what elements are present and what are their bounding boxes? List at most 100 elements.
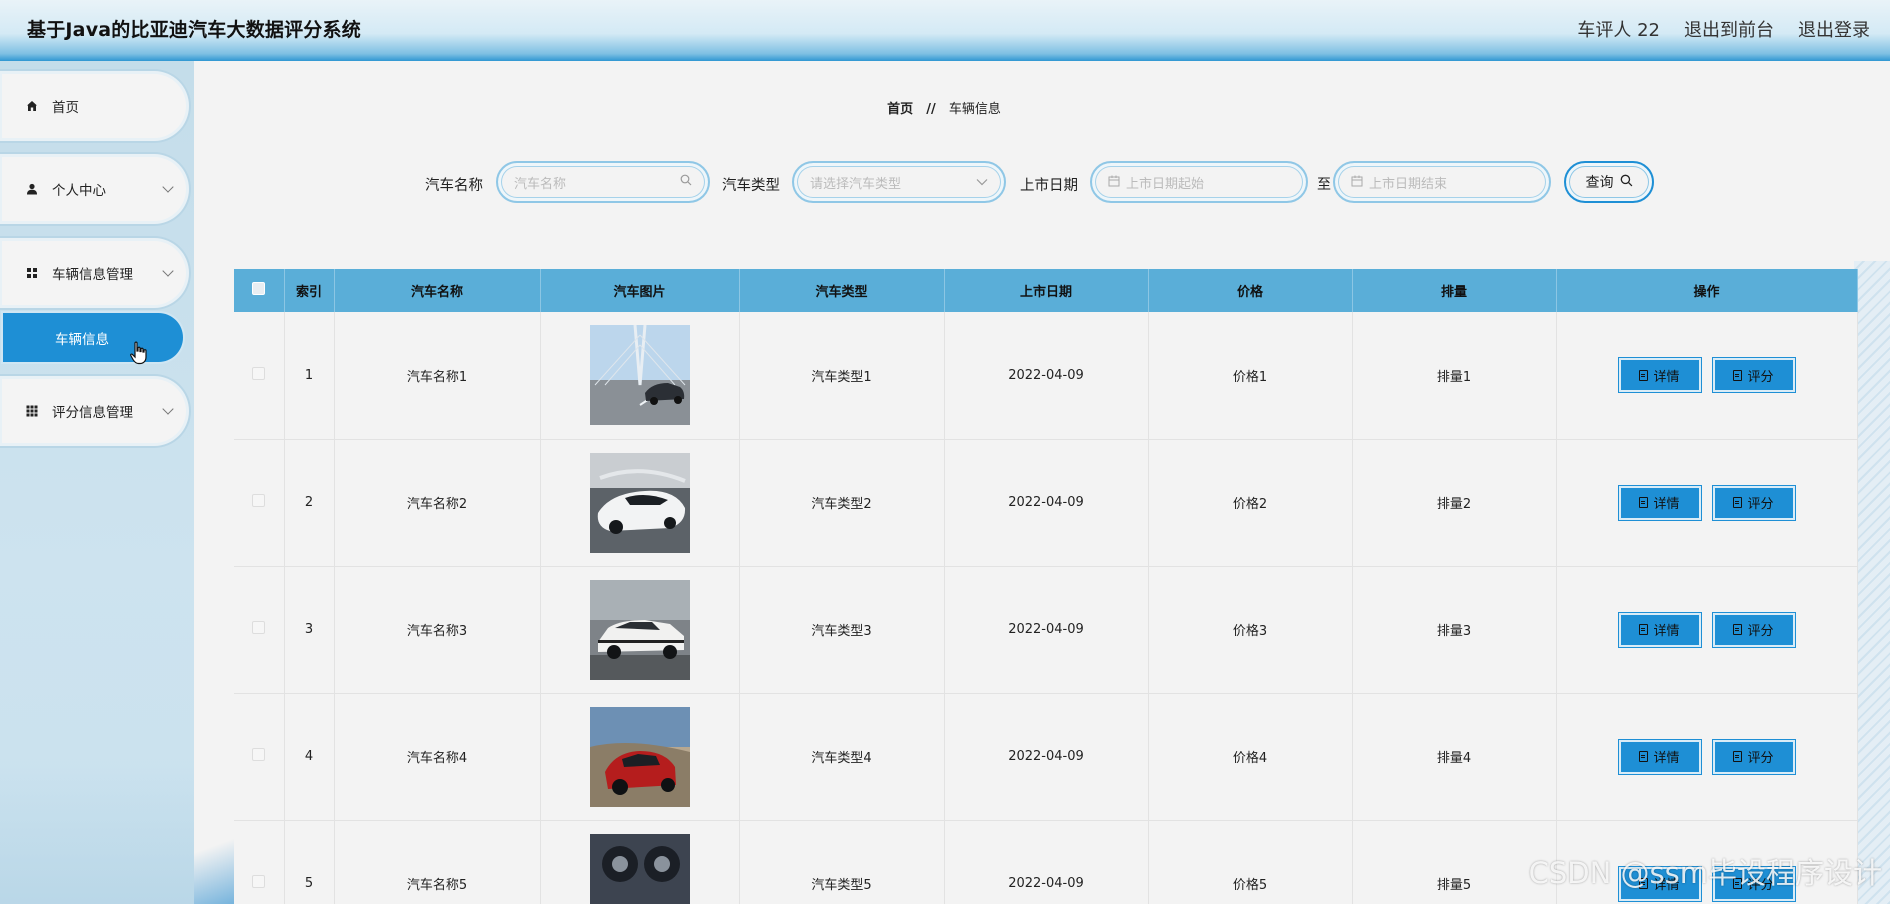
detail-button-label: 详情: [1653, 497, 1680, 512]
detail-button[interactable]: 详情: [1618, 358, 1701, 393]
car-name-input[interactable]: 汽车名称: [496, 161, 710, 203]
date-start-placeholder: 上市日期起始: [1126, 176, 1205, 192]
sidebar-item-personal-center[interactable]: 个人中心: [2, 157, 186, 221]
car-image[interactable]: [589, 833, 690, 904]
rate-button-label: 评分: [1747, 624, 1774, 639]
sidebar-item-home[interactable]: 首页: [2, 74, 186, 138]
release-date-end-input[interactable]: 上市日期结束: [1333, 161, 1551, 203]
calendar-icon: [1351, 175, 1363, 190]
user-icon: [26, 183, 44, 195]
row-checkbox[interactable]: [252, 875, 266, 888]
chevron-down-icon: [976, 175, 988, 190]
car-type-select[interactable]: 请选择汽车类型: [792, 161, 1006, 203]
car-image-cell: [540, 439, 740, 567]
top-header: 基于Java的比亚迪汽车大数据评分系统 车评人 22 退出到前台 退出登录: [0, 0, 1890, 61]
calendar-icon: [1108, 175, 1120, 190]
breadcrumb-home[interactable]: 首页: [887, 102, 913, 117]
column-header: 汽车类型: [739, 269, 945, 312]
document-icon: [1639, 497, 1649, 508]
row-select-cell: [234, 312, 285, 440]
rate-button[interactable]: 评分: [1712, 358, 1795, 393]
car-image[interactable]: [589, 706, 690, 807]
document-icon: [1639, 369, 1649, 381]
release-date-cell: 2022-04-09: [944, 693, 1149, 821]
actions-cell: 详情 评分: [1556, 566, 1858, 694]
car-image[interactable]: [589, 579, 690, 680]
app-title: 基于Java的比亚迪汽车大数据评分系统: [27, 19, 361, 41]
table-row: 4 汽车名称4 汽车类型4 2022-04-09 价格4 排量4 详情 评分: [234, 693, 1858, 821]
detail-button[interactable]: 详情: [1618, 485, 1701, 520]
table-row: 3 汽车名称3 汽车类型3 2022-04-09 价格3 排量3 详情 评分: [234, 566, 1858, 694]
displacement-cell: 排量4: [1352, 693, 1557, 821]
price-cell: 价格4: [1148, 693, 1353, 821]
car-name-label: 汽车名称: [425, 178, 483, 194]
decoration: [194, 824, 239, 904]
car-type-cell: 汽车类型2: [739, 439, 945, 567]
query-button[interactable]: 查询: [1564, 161, 1654, 203]
detail-button-label: 详情: [1653, 751, 1680, 766]
document-icon: [1733, 624, 1743, 635]
car-image-cell: [540, 693, 740, 821]
column-header: 汽车图片: [540, 269, 740, 312]
displacement-cell: 排量1: [1352, 312, 1557, 440]
column-header: 汽车名称: [334, 269, 541, 312]
grid-icon: [26, 267, 44, 279]
logout-link[interactable]: 退出登录: [1798, 16, 1870, 42]
detail-button-label: 详情: [1653, 369, 1680, 385]
rate-button[interactable]: 评分: [1712, 485, 1795, 520]
select-all-checkbox[interactable]: [252, 282, 266, 295]
column-header: 价格: [1148, 269, 1353, 312]
row-select-cell: [234, 566, 285, 694]
column-header: 索引: [284, 269, 335, 312]
row-checkbox[interactable]: [252, 748, 266, 761]
back-to-front-link[interactable]: 退出到前台: [1684, 16, 1774, 42]
breadcrumb: 首页 // 车辆信息: [194, 98, 1694, 117]
breadcrumb-separator: //: [926, 102, 936, 117]
document-icon: [1639, 751, 1649, 762]
row-checkbox[interactable]: [252, 621, 266, 634]
car-type-cell: 汽车类型3: [739, 566, 945, 694]
rate-button[interactable]: 评分: [1712, 612, 1795, 647]
actions-cell: 详情 评分: [1556, 693, 1858, 821]
car-name-placeholder: 汽车名称: [514, 176, 567, 192]
car-name-cell: 汽车名称3: [334, 566, 541, 694]
displacement-cell: 排量2: [1352, 439, 1557, 567]
header-actions: 车评人 22 退出到前台 退出登录: [1577, 16, 1870, 42]
sidebar-item-vehicle-management[interactable]: 车辆信息管理: [2, 241, 186, 305]
sidebar-subitem-vehicle-info[interactable]: 车辆信息: [3, 313, 183, 362]
car-image[interactable]: [589, 325, 690, 426]
vehicle-table: 索引 汽车名称 汽车图片 汽车类型 上市日期 价格 排量 操作 1 汽车名称1: [234, 269, 1858, 904]
rate-button-label: 评分: [1747, 751, 1774, 766]
document-icon: [1733, 751, 1743, 762]
car-name-cell: 汽车名称4: [334, 693, 541, 821]
document-icon: [1639, 624, 1649, 635]
car-image-cell: [540, 312, 740, 440]
row-select-cell: [234, 820, 285, 904]
release-date-cell: 2022-04-09: [944, 820, 1149, 904]
release-date-start-input[interactable]: 上市日期起始: [1090, 161, 1308, 203]
decoration: [1854, 261, 1890, 904]
main-content: 首页 // 车辆信息 汽车名称 汽车名称 汽车类型 请选择汽车类型 上市日期 上…: [194, 61, 1890, 904]
chevron-down-icon: [162, 265, 174, 277]
row-checkbox[interactable]: [252, 494, 266, 507]
search-icon: [1620, 174, 1633, 191]
rate-button[interactable]: 评分: [1712, 739, 1795, 774]
sidebar-item-rating-management[interactable]: 评分信息管理: [2, 379, 186, 443]
detail-button[interactable]: 详情: [1618, 739, 1701, 774]
price-cell: 价格3: [1148, 566, 1353, 694]
breadcrumb-current: 车辆信息: [948, 102, 1001, 117]
actions-cell: 详情 评分: [1556, 439, 1858, 567]
car-type-cell: 汽车类型1: [739, 312, 945, 440]
car-name-cell: 汽车名称5: [334, 820, 541, 904]
watermark: CSDN @ssm毕设程序设计: [1528, 856, 1882, 890]
sidebar-item-label: 评分信息管理: [52, 405, 133, 421]
row-checkbox[interactable]: [252, 366, 266, 380]
query-button-label: 查询: [1585, 175, 1614, 191]
displacement-cell: 排量5: [1352, 820, 1557, 904]
car-image[interactable]: [589, 452, 690, 553]
column-header: 操作: [1556, 269, 1858, 312]
table-row: 1 汽车名称1 汽车类型1 2022-04-09 价格1 排量1 详情 评分: [234, 312, 1858, 440]
sidebar-item-label: 车辆信息管理: [52, 267, 133, 283]
detail-button[interactable]: 详情: [1618, 612, 1701, 647]
price-cell: 价格2: [1148, 439, 1353, 567]
